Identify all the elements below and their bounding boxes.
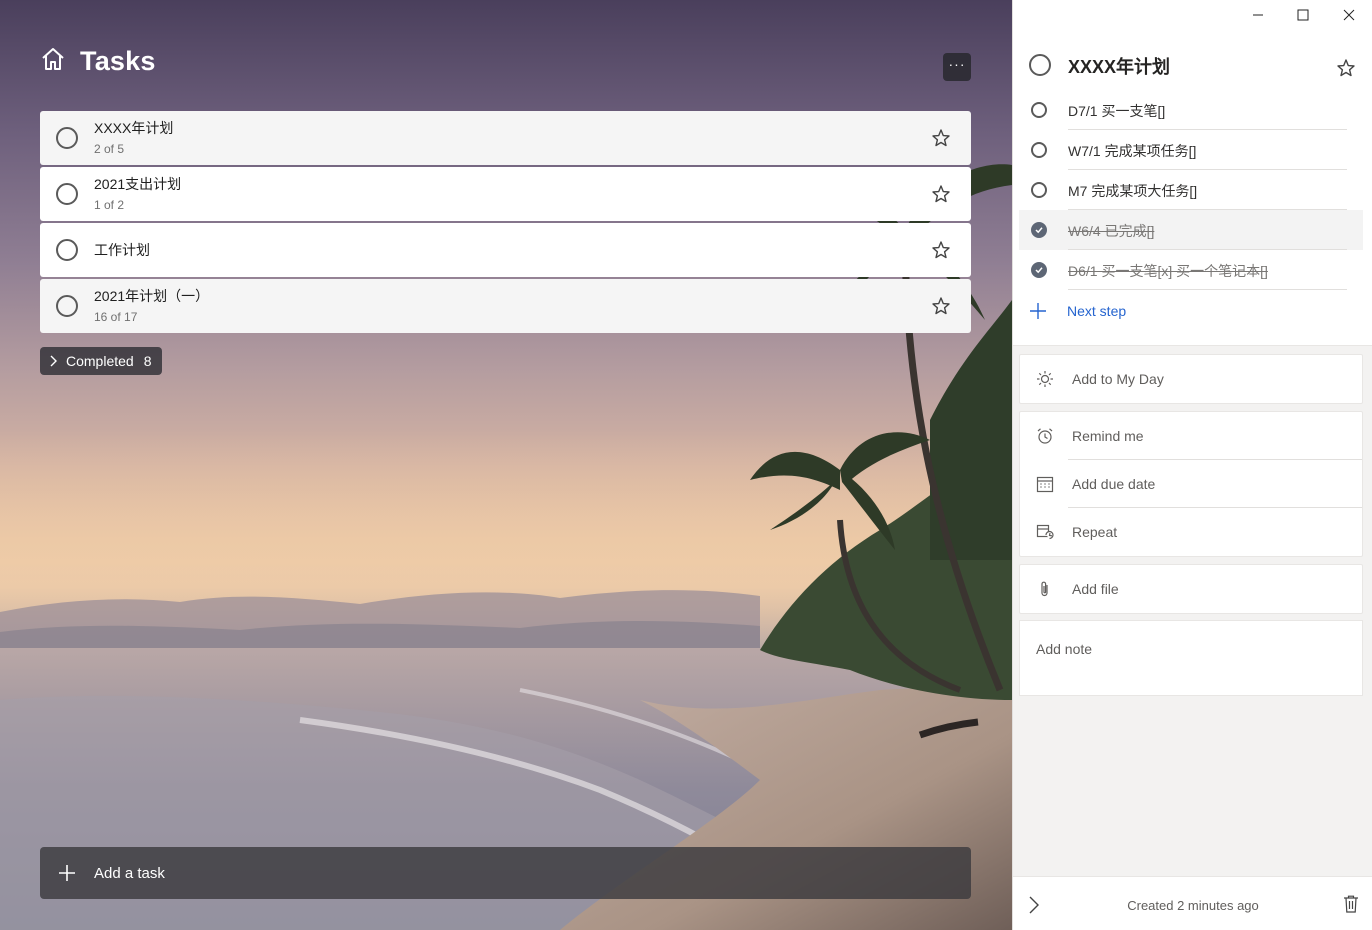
minimize-icon [1253, 14, 1263, 16]
plus-icon [1030, 303, 1046, 319]
step-text[interactable]: M7 完成某项大任务[] [1068, 181, 1197, 201]
step-item[interactable]: D7/1 买一支笔[] [1019, 90, 1363, 130]
step-text[interactable]: W7/1 完成某项任务[] [1068, 141, 1196, 161]
step-text[interactable]: D6/1 买一支笔[x] 买一个笔记本[] [1068, 261, 1268, 281]
star-icon[interactable] [931, 240, 951, 260]
file-card: Add file [1019, 564, 1363, 614]
task-detail-title[interactable]: XXXX年计划 [1068, 53, 1170, 79]
due-date-label: Add due date [1072, 476, 1156, 492]
repeat-icon [1036, 524, 1054, 540]
add-task-placeholder: Add a task [94, 864, 165, 882]
complete-checkbox[interactable] [56, 127, 78, 149]
add-due-date-button[interactable]: Add due date [1020, 460, 1362, 508]
star-icon[interactable] [931, 128, 951, 148]
task-row[interactable]: 2021支出计划 1 of 2 [40, 167, 971, 221]
task-title: 2021年计划（一） [94, 288, 210, 304]
close-icon [1343, 9, 1355, 21]
step-item[interactable]: M7 完成某项大任务[] [1019, 170, 1363, 210]
minimize-button[interactable] [1235, 0, 1281, 30]
note-field[interactable]: Add note [1019, 620, 1363, 696]
add-task-input[interactable]: Add a task [40, 847, 971, 899]
task-row[interactable]: 2021年计划（一） 16 of 17 [40, 279, 971, 333]
alarm-clock-icon [1037, 428, 1053, 444]
calendar-icon [1036, 476, 1054, 493]
repeat-label: Repeat [1072, 524, 1118, 540]
step-text[interactable]: W6/4 已完成[] [1068, 221, 1154, 241]
star-icon[interactable] [1336, 58, 1356, 78]
complete-checkbox[interactable] [56, 295, 78, 317]
step-checkbox[interactable] [1031, 142, 1047, 158]
next-step-button[interactable]: Next step [1029, 302, 1126, 320]
step-checkbox[interactable] [1031, 262, 1047, 278]
maximize-button[interactable] [1280, 0, 1326, 30]
checkmark-icon [1035, 227, 1043, 234]
add-to-my-day-button[interactable]: Add to My Day [1020, 355, 1362, 403]
star-icon[interactable] [931, 184, 951, 204]
completed-toggle[interactable]: Completed 8 [40, 347, 162, 375]
remind-me-button[interactable]: Remind me [1020, 412, 1362, 460]
list-header: Tasks [40, 46, 156, 77]
task-progress: 1 of 2 [94, 198, 125, 212]
task-progress: 2 of 5 [94, 142, 125, 156]
trash-icon[interactable] [1343, 895, 1359, 913]
task-progress: 16 of 17 [94, 310, 138, 324]
complete-checkbox[interactable] [56, 183, 78, 205]
title-bar [1013, 0, 1372, 32]
detail-footer: Created 2 minutes ago [1013, 876, 1372, 930]
add-file-label: Add file [1072, 581, 1119, 597]
step-checkbox[interactable] [1031, 222, 1047, 238]
close-button[interactable] [1326, 0, 1372, 30]
paperclip-icon [1041, 581, 1048, 597]
add-file-button[interactable]: Add file [1020, 565, 1362, 613]
schedule-card: Remind me Add due date Repeat [1019, 411, 1363, 557]
completed-count: 8 [143, 353, 152, 369]
chevron-right-icon [50, 355, 57, 367]
step-checkbox[interactable] [1031, 102, 1047, 118]
home-icon [40, 47, 66, 76]
step-checkbox[interactable] [1031, 182, 1047, 198]
plus-icon [59, 865, 75, 881]
next-step-label: Next step [1067, 303, 1127, 319]
checkmark-icon [1035, 267, 1043, 274]
task-detail-card: XXXX年计划 D7/1 买一支笔[] W7/1 完成某项任务[] M7 完成某… [1013, 32, 1372, 346]
my-day-card: Add to My Day [1019, 354, 1363, 404]
complete-checkbox[interactable] [1029, 54, 1051, 76]
maximize-icon [1297, 9, 1309, 21]
step-item[interactable]: W7/1 完成某项任务[] [1019, 130, 1363, 170]
repeat-button[interactable]: Repeat [1020, 508, 1362, 556]
more-options-button[interactable]: ··· [943, 53, 971, 81]
sun-icon [1037, 371, 1053, 387]
step-text[interactable]: D7/1 买一支笔[] [1068, 101, 1165, 121]
divider [1068, 289, 1347, 290]
remind-label: Remind me [1072, 428, 1144, 444]
star-icon[interactable] [931, 296, 951, 316]
task-list: XXXX年计划 2 of 5 2021支出计划 1 of 2 工作计划 2021… [40, 111, 971, 335]
completed-label: Completed [66, 353, 134, 369]
task-row[interactable]: 工作计划 [40, 223, 971, 277]
page-title: Tasks [80, 46, 156, 76]
task-title: 2021支出计划 [94, 176, 182, 192]
task-title: XXXX年计划 [94, 120, 174, 136]
created-timestamp: Created 2 minutes ago [1127, 898, 1259, 913]
my-day-label: Add to My Day [1072, 371, 1164, 387]
task-title: 工作计划 [94, 242, 150, 258]
complete-checkbox[interactable] [56, 239, 78, 261]
note-placeholder: Add note [1036, 641, 1093, 657]
step-item[interactable]: W6/4 已完成[] [1019, 210, 1363, 250]
step-item[interactable]: D6/1 买一支笔[x] 买一个笔记本[] [1019, 250, 1363, 290]
task-row[interactable]: XXXX年计划 2 of 5 [40, 111, 971, 165]
detail-panel: XXXX年计划 D7/1 买一支笔[] W7/1 完成某项任务[] M7 完成某… [1012, 0, 1372, 930]
